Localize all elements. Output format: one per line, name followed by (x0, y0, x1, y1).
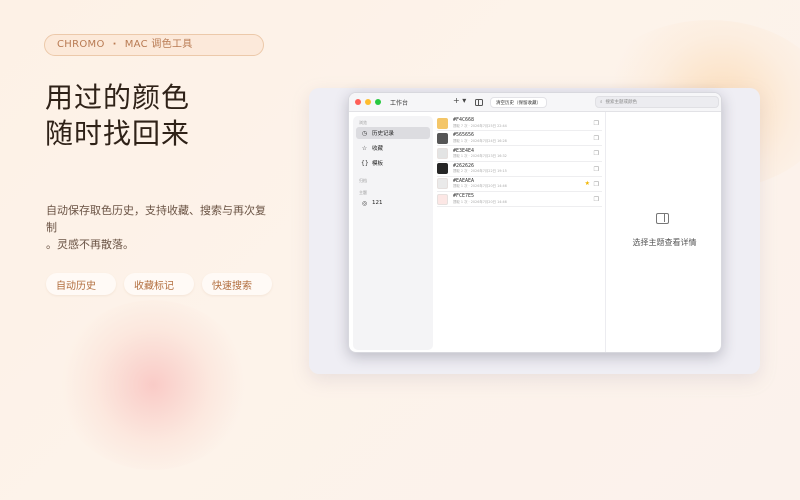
hex-value: #262626 (453, 162, 475, 169)
minimize-window-button[interactable] (365, 99, 371, 105)
braces-icon: {} (361, 159, 369, 167)
sidebar: 浏览 ◷ 历史记录 ☆ 收藏 {} 模板 归档 主题 ◎ 121 (353, 116, 433, 350)
palette-icon: ◎ (361, 199, 368, 207)
title-bar: 工作台 + ▾ 清空历史（保留收藏） ⌕ 搜索主题或颜色 (349, 93, 721, 112)
app-window: 工作台 + ▾ 清空历史（保留收藏） ⌕ 搜索主题或颜色 浏览 ◷ 历史记录 ☆… (348, 92, 722, 353)
page-headline: 用过的颜色 随时找回来 (45, 80, 190, 152)
tag-quick-search: 快速搜索 (202, 273, 272, 295)
pick-meta: 提取 1 次 · 2026年7月20日 14:46 (453, 184, 507, 189)
history-list: #F4C668 提取 7 次 · 2026年7月25日 22:44 ❐ #565656… (437, 116, 602, 352)
list-item[interactable]: #565656 提取 1 次 · 2026年7月24日 16:28 ❐ (437, 131, 602, 147)
brand-tagline: MAC 调色工具 (124, 39, 193, 50)
detail-placeholder: 选择主题查看详情 (632, 238, 697, 247)
hex-value: #F4C668 (453, 117, 475, 124)
pick-meta: 提取 1 次 · 2026年7月24日 16:28 (453, 138, 507, 143)
color-swatch (437, 147, 448, 159)
sidebar-item-history[interactable]: ◷ 历史记录 (356, 127, 430, 139)
clear-history-button[interactable]: 清空历史（保留收藏） (490, 97, 547, 108)
background-pink-glow (58, 300, 248, 470)
favorite-star-icon[interactable]: ★ (585, 180, 590, 187)
sidebar-item-theme-121[interactable]: ◎ 121 (356, 197, 430, 209)
sidebar-item-label: 模板 (372, 161, 384, 167)
search-input[interactable]: ⌕ 搜索主题或颜色 (595, 96, 719, 108)
list-item[interactable]: #FCE7E5 提取 1 次 · 2026年7月20日 14:46 ❐ (437, 192, 602, 208)
search-icon: ⌕ (600, 100, 603, 105)
sidebar-section-themes: 主题 (359, 190, 367, 195)
close-window-button[interactable] (355, 99, 361, 105)
brand-name: CHROMO (57, 39, 105, 50)
window-title: 工作台 (390, 100, 409, 107)
color-swatch (437, 193, 448, 205)
pick-meta: 提取 7 次 · 2026年7月25日 22:44 (453, 123, 507, 128)
copy-icon[interactable]: ❐ (594, 166, 599, 173)
star-icon: ☆ (361, 144, 368, 152)
copy-icon[interactable]: ❐ (594, 181, 599, 188)
toggle-sidebar-icon[interactable] (475, 99, 483, 106)
list-item[interactable]: #E3E4E4 提取 1 次 · 2026年7月23日 16:32 ❐ (437, 146, 602, 162)
color-swatch (437, 132, 448, 144)
list-item[interactable]: #EAEAEA 提取 1 次 · 2026年7月20日 14:46 ★ ❐ (437, 177, 602, 192)
clock-icon: ◷ (361, 129, 368, 137)
pick-meta: 提取 2 次 · 2026年7月22日 19:15 (453, 169, 507, 174)
window-controls (355, 99, 381, 105)
headline-line-2: 随时找回来 (45, 117, 191, 150)
description-line-1: 自动保存取色历史，支持收藏、搜索与再次复制 (46, 204, 266, 234)
sidebar-item-label: 历史记录 (372, 131, 395, 137)
add-menu-button[interactable]: + ▾ (453, 96, 466, 105)
list-item-text: #565656 提取 1 次 · 2026年7月24日 16:28 (453, 133, 507, 143)
detail-divider (605, 112, 606, 352)
color-swatch (437, 178, 448, 190)
feature-description: 自动保存取色历史，支持收藏、搜索与再次复制 。灵感不再散落。 (46, 202, 276, 253)
hex-value: #565656 (453, 132, 475, 139)
hex-value: #E3E4E4 (453, 147, 475, 154)
copy-icon[interactable]: ❐ (594, 150, 599, 157)
copy-icon[interactable]: ❐ (594, 120, 599, 127)
copy-icon[interactable]: ❐ (594, 196, 599, 203)
list-item[interactable]: #262626 提取 2 次 · 2026年7月22日 19:15 ❐ (437, 162, 602, 177)
list-item-text: #262626 提取 2 次 · 2026年7月22日 19:15 (453, 162, 507, 174)
list-item-text: #E3E4E4 提取 1 次 · 2026年7月23日 16:32 (453, 147, 507, 159)
tag-auto-history: 自动历史 (46, 273, 116, 295)
headline-line-1: 用过的颜色 (45, 81, 191, 114)
feature-tags: 自动历史 收藏标记 快速搜索 (46, 273, 272, 295)
pick-meta: 提取 1 次 · 2026年7月23日 16:32 (453, 154, 507, 159)
brand-pill: CHROMO · MAC 调色工具 (44, 34, 264, 56)
description-line-2: 。灵感不再散落。 (46, 238, 134, 251)
sidebar-item-label: 收藏 (372, 146, 384, 152)
sidebar-item-templates[interactable]: {} 模板 (356, 157, 430, 169)
search-placeholder: 搜索主题或颜色 (605, 100, 638, 105)
tag-favorites: 收藏标记 (124, 273, 194, 295)
sidebar-panel-icon (656, 213, 669, 224)
sidebar-item-favorites[interactable]: ☆ 收藏 (356, 142, 430, 154)
list-item[interactable]: #F4C668 提取 7 次 · 2026年7月25日 22:44 ❐ (437, 116, 602, 132)
brand-separator: · (112, 39, 117, 50)
list-item-text: #F4C668 提取 7 次 · 2026年7月25日 22:44 (453, 118, 507, 128)
copy-icon[interactable]: ❐ (594, 135, 599, 142)
zoom-window-button[interactable] (375, 99, 381, 105)
pick-meta: 提取 1 次 · 2026年7月20日 14:46 (453, 199, 507, 204)
hex-value: #FCE7E5 (453, 193, 475, 200)
sidebar-section-archive: 归档 (359, 178, 367, 183)
list-item-text: #EAEAEA 提取 1 次 · 2026年7月20日 14:46 (453, 178, 507, 189)
sidebar-section-browse: 浏览 (359, 120, 367, 125)
color-swatch (437, 117, 448, 129)
sidebar-item-label: 121 (372, 200, 383, 206)
color-swatch (437, 163, 448, 175)
list-item-text: #FCE7E5 提取 1 次 · 2026年7月20日 14:46 (453, 194, 507, 204)
